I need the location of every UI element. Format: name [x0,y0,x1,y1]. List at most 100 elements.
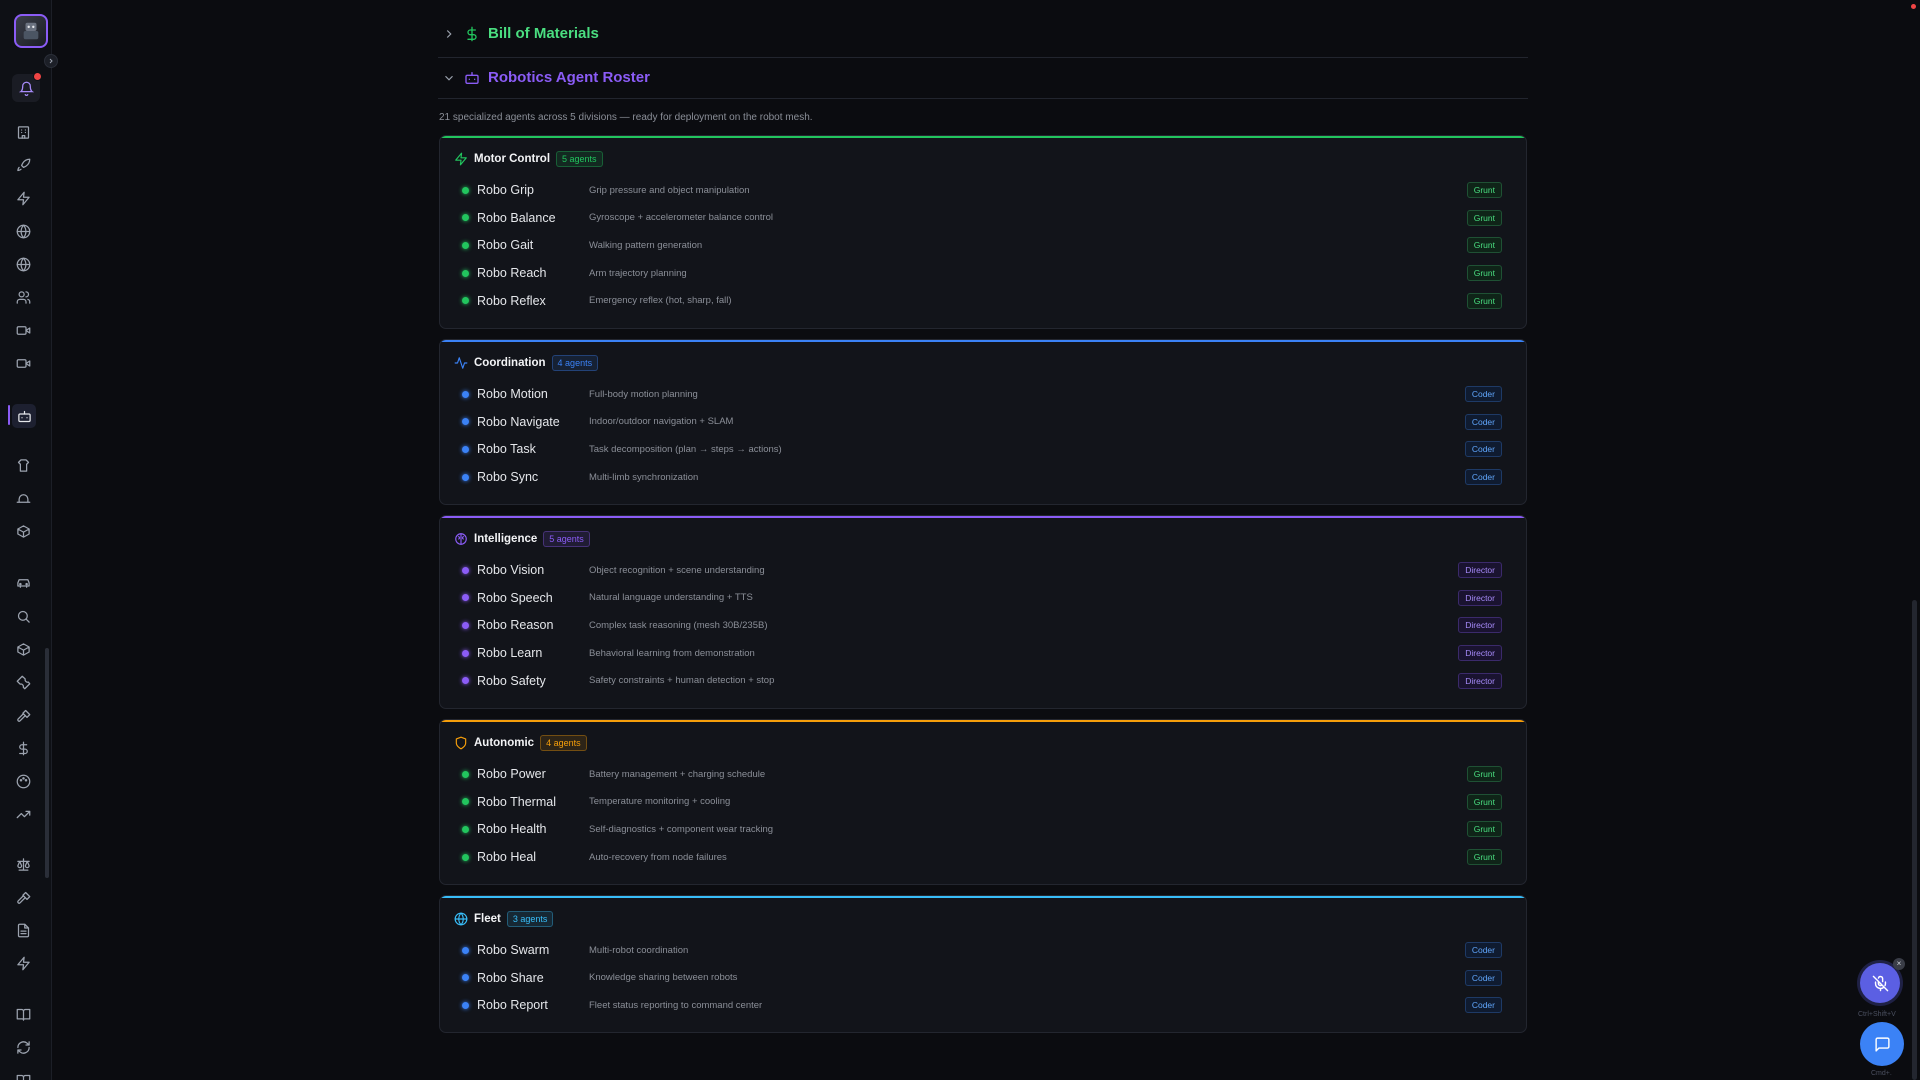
gavel-icon [16,891,30,904]
agent-row[interactable]: Robo Swarm Multi-robot coordination Coder [462,939,1502,961]
voice-mute-button[interactable] [1860,963,1900,1003]
sidebar-item-bolt[interactable] [14,954,32,972]
agent-description: Fleet status reporting to command center [589,999,763,1011]
agent-description: Multi-limb synchronization [589,471,699,483]
agent-row[interactable]: Robo Reach Arm trajectory planning Grunt [462,262,1502,284]
message-square-icon [1874,1036,1890,1052]
agent-row[interactable]: Robo Motion Full-body motion planning Code… [462,383,1502,405]
sidebar-item-hat[interactable] [14,489,32,507]
agent-row[interactable]: Robo Grip Grip pressure and object manipu… [462,179,1502,201]
agent-row[interactable]: Robo Gait Walking pattern generation Grunt [462,234,1502,256]
agent-count-badge: 4 agents [551,355,599,371]
agent-name: Robo Learn [477,646,543,661]
dollar-icon [18,741,28,755]
agent-name: Robo Report [477,998,548,1013]
sidebar-item-search[interactable] [14,607,32,625]
sidebar-collapse-button[interactable] [44,54,58,68]
sidebar-item-package[interactable] [14,640,32,658]
sidebar-item-book-open[interactable] [14,1071,32,1080]
hat-icon [16,493,30,503]
users-icon [16,290,30,304]
agent-row[interactable]: Robo Task Task decomposition (plan → step… [462,438,1502,460]
sidebar-item-refresh[interactable] [14,1038,32,1056]
agent-row[interactable]: Robo Report Fleet status reporting to com… [462,994,1502,1016]
agent-row[interactable]: Robo Balance Gyroscope + accelerometer ba… [462,207,1502,229]
status-dot [462,825,469,833]
agent-row[interactable]: Robo Health Self-diagnostics + component … [462,818,1502,840]
sidebar-scrollbar[interactable] [45,648,49,878]
agent-row[interactable]: Robo Speech Natural language understandin… [462,587,1502,609]
agent-row[interactable]: Robo Safety Safety constraints + human de… [462,670,1502,692]
section-title: Robotics Agent Roster [488,69,650,86]
agent-description: Gyroscope + accelerometer balance contro… [589,212,774,224]
sidebar-item-zap[interactable] [14,189,32,207]
sidebar-item-rocket[interactable] [14,156,32,174]
status-dot [462,594,469,602]
sidebar-item-hammer[interactable] [14,706,32,724]
division-accent-bar [440,896,1526,898]
sidebar-item-video[interactable] [14,321,32,339]
agent-row[interactable]: Robo Heal Auto-recovery from node failure… [462,846,1502,868]
close-icon[interactable]: × [1893,958,1905,970]
notifications-button[interactable] [12,72,42,102]
status-dot [462,214,469,222]
agent-count-badge: 5 agents [543,531,590,547]
role-badge: Coder [1464,469,1502,486]
agent-name: Robo Vision [477,563,545,577]
sidebar-item-palette[interactable] [14,772,32,790]
rocket-icon [16,158,30,171]
agent-description: Grip pressure and object manipulation [589,184,750,196]
agent-description: Full-body motion planning [589,388,698,400]
app-logo[interactable] [14,14,48,48]
agent-name: Robo Share [477,970,544,985]
role-badge: Director [1458,617,1502,634]
sidebar-item-dollar[interactable] [14,739,32,757]
sidebar-item-gavel[interactable] [14,888,32,906]
sidebar-item-file[interactable] [14,921,32,939]
page-scrollbar[interactable] [1912,600,1917,1080]
agent-name: Robo Power [477,767,546,781]
section-robotics-agent-roster[interactable]: Robotics Agent Roster [438,57,1528,99]
role-badge: Director [1458,672,1502,689]
status-dot [462,390,469,398]
shield-icon [454,736,468,750]
sidebar-item-shirt[interactable] [14,456,32,474]
sidebar-item-wrench[interactable] [14,673,32,691]
sidebar-item-video-2[interactable] [14,354,32,372]
division-header: Coordination 4 agents [454,354,599,372]
sidebar-item-book[interactable] [14,1005,32,1023]
sidebar-item-bot[interactable] [12,404,36,428]
notification-badge [33,72,42,81]
division-title: Fleet [474,913,501,925]
division-accent-bar [440,720,1526,722]
agent-row[interactable]: Robo Vision Object recognition + scene un… [462,559,1502,581]
division-card: Autonomic 4 agents Robo Power Battery manag… [439,719,1527,885]
status-dot [462,677,469,685]
role-badge: Grunt [1466,209,1502,226]
agent-name: Robo Reason [477,618,554,633]
sidebar-item-users[interactable] [14,288,32,306]
agent-row[interactable]: Robo Navigate Indoor/outdoor navigation +… [462,411,1502,433]
agent-row[interactable]: Robo Learn Behavioral learning from demon… [462,642,1502,664]
agent-row[interactable]: Robo Reflex Emergency reflex (hot, sharp,… [462,290,1502,312]
sidebar-item-box[interactable] [14,522,32,540]
agent-row[interactable]: Robo Sync Multi-limb synchronization Coder [462,466,1502,488]
agent-row[interactable]: Robo Power Battery management + charging … [462,763,1502,785]
section-bill-of-materials[interactable]: Bill of Materials [438,10,1528,58]
agent-row[interactable]: Robo Reason Complex task reasoning (mesh … [462,614,1502,636]
sidebar-item-car[interactable] [14,574,32,592]
book-icon [16,1008,30,1021]
division-card: Fleet 3 agents Robo Swarm Multi-robot coord… [439,895,1527,1033]
agent-name: Robo Reflex [477,293,546,308]
agent-row[interactable]: Robo Share Knowledge sharing between robo… [462,967,1502,989]
sidebar-item-globe-2[interactable] [14,255,32,273]
role-badge: Grunt [1466,265,1502,282]
sidebar-item-globe[interactable] [14,222,32,240]
sidebar-item-trending[interactable] [14,805,32,823]
chat-button[interactable] [1860,1022,1904,1066]
agent-name: Robo Heal [477,850,537,865]
sidebar-item-building[interactable] [14,123,32,141]
agent-row[interactable]: Robo Thermal Temperature monitoring + coo… [462,791,1502,813]
sidebar-item-scale[interactable] [14,855,32,873]
mic-shortcut-hint: Ctrl+Shift+V [1858,1011,1896,1018]
